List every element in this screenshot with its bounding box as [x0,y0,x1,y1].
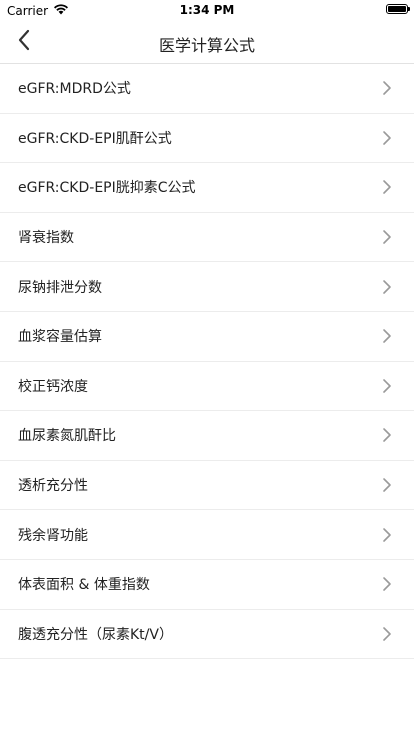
chevron-right-icon [383,527,391,542]
list-item-label: 血尿素氮肌酐比 [18,428,116,445]
list-item-label: eGFR:CKD-EPI胱抑素C公式 [18,180,196,197]
chevron-right-icon [383,627,391,641]
list-item[interactable]: 尿钠排泄分数 [0,262,414,312]
page-title: 医学计算公式 [158,36,255,55]
battery-icon [386,4,410,14]
list-item-label: 校正钙浓度 [18,378,88,395]
chevron-right-icon [383,131,391,145]
list-item[interactable]: 血浆容量估算 [0,312,414,362]
chevron-right-icon [383,329,391,344]
list-item[interactable]: 透析充分性 [0,461,414,511]
list-item-label: eGFR:MDRD公式 [18,81,131,98]
chevron-right-icon [383,478,391,492]
chevron-right-icon [383,428,391,443]
list-item-label: 体表面积 & 体重指数 [18,577,150,594]
list-item[interactable]: 残余肾功能 [0,510,414,560]
list-item[interactable]: 体表面积 & 体重指数 [0,560,414,610]
chevron-right-icon [383,379,391,393]
status-time: 1:34 PM [179,3,235,17]
list-item[interactable]: 血尿素氮肌酐比 [0,411,414,461]
list-item[interactable]: 腹透充分性（尿素Kt/V） [0,610,414,660]
list-item[interactable]: eGFR:MDRD公式 [0,64,414,114]
list-item[interactable]: eGFR:CKD-EPI胱抑素C公式 [0,163,414,213]
list-item-label: 血浆容量估算 [18,329,102,346]
chevron-right-icon [383,230,391,244]
list-item-label: 尿钠排泄分数 [18,279,102,296]
chevron-right-icon [383,279,391,294]
chevron-right-icon [383,180,391,195]
list-item-label: 腹透充分性（尿素Kt/V） [18,626,173,643]
formula-list: eGFR:MDRD公式 eGFR:CKD-EPI肌酐公式 eGFR:CKD-EP… [0,64,414,660]
list-item[interactable]: 校正钙浓度 [0,362,414,412]
list-item[interactable]: 肾衰指数 [0,213,414,263]
list-item[interactable]: eGFR:CKD-EPI肌酐公式 [0,114,414,164]
navigation-bar: 医学计算公式 [0,20,414,64]
status-bar: Carrier 1:34 PM [0,0,414,20]
list-item-label: eGFR:CKD-EPI肌酐公式 [18,130,172,147]
list-item-label: 肾衰指数 [18,230,74,247]
list-item-label: 透析充分性 [18,478,88,495]
list-item-label: 残余肾功能 [18,527,88,544]
chevron-right-icon [383,577,391,592]
chevron-right-icon [383,81,391,96]
